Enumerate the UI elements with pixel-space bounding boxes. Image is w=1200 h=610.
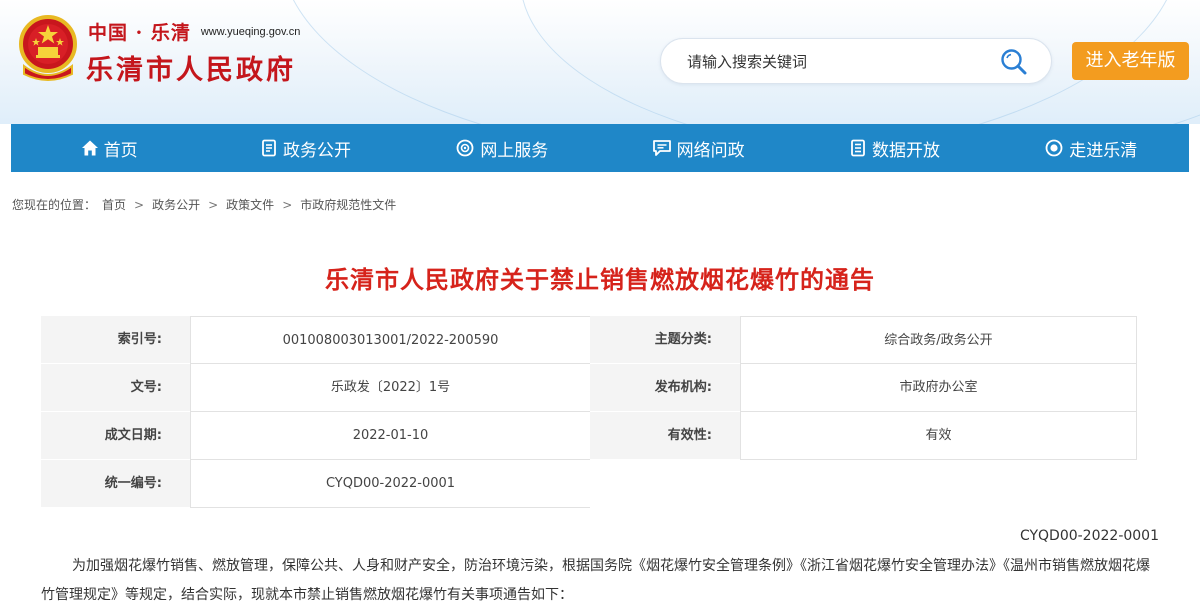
table-row: 索引号: 001008003013001/2022-200590 主题分类: 综…	[41, 316, 1160, 364]
eye-icon	[1045, 139, 1063, 157]
home-icon	[81, 140, 98, 156]
site-logo-top: 中国 · 乐清 www.yueqing.gov.cn	[88, 18, 300, 45]
national-emblem-icon	[19, 15, 77, 81]
docno-value: 乐政发〔2022〕1号	[190, 364, 590, 412]
nav-label: 数据开放	[871, 140, 940, 161]
validity-value: 有效	[740, 412, 1137, 460]
index-label: 索引号:	[41, 316, 190, 364]
breadcrumb-prefix: 您现在的位置：	[12, 198, 97, 212]
date-label: 成文日期:	[41, 412, 190, 460]
search-icon[interactable]	[999, 47, 1029, 77]
site-header: 中国 · 乐清 www.yueqing.gov.cn 乐清市人民政府 进入老年版	[0, 0, 1200, 124]
unified-number-label: 统一编号:	[41, 460, 190, 508]
unified-number-value: CYQD00-2022-0001	[190, 460, 590, 508]
nav-item-open-data[interactable]: 数据开放	[796, 124, 992, 172]
main-nav: 首页 政务公开 网上服务 网络问政 数据开放 走进乐清	[11, 124, 1189, 172]
date-value: 2022-01-10	[190, 412, 590, 460]
validity-label: 有效性:	[590, 412, 740, 460]
table-row: 成文日期: 2022-01-10 有效性: 有效	[41, 412, 1160, 460]
category-label: 主题分类:	[590, 316, 740, 364]
message-icon	[652, 140, 671, 156]
search-box	[660, 38, 1052, 84]
article-title: 乐清市人民政府关于禁止销售燃放烟花爆竹的通告	[325, 266, 875, 294]
logo-china-yueqing: 中国 · 乐清	[88, 22, 191, 44]
category-value: 综合政务/政务公开	[740, 316, 1137, 364]
document-code: CYQD00-2022-0001	[1019, 528, 1159, 544]
breadcrumb-separator: >	[208, 197, 219, 212]
nav-item-gov-affairs[interactable]: 政务公开	[207, 124, 403, 172]
nav-label: 政务公开	[282, 140, 351, 161]
breadcrumb-item-policy-docs[interactable]: 政策文件	[226, 196, 274, 213]
issuer-label: 发布机构:	[590, 364, 740, 412]
nav-item-online-inquiry[interactable]: 网络问政	[600, 124, 796, 172]
breadcrumb-item-home[interactable]: 首页	[102, 196, 126, 213]
search-input[interactable]	[685, 49, 985, 75]
nav-label: 网络问政	[676, 140, 745, 161]
index-value: 001008003013001/2022-200590	[190, 316, 590, 364]
article-paragraph: 为加强烟花爆竹销售、燃放管理，保障公共、人身和财产安全，防治环境污染，根据国务院…	[41, 558, 1150, 603]
table-row: 文号: 乐政发〔2022〕1号 发布机构: 市政府办公室	[41, 364, 1160, 412]
nav-item-online-service[interactable]: 网上服务	[404, 124, 600, 172]
table-row: 统一编号: CYQD00-2022-0001	[41, 460, 1160, 508]
elder-mode-button[interactable]: 进入老年版	[1072, 42, 1189, 80]
nav-item-home[interactable]: 首页	[11, 124, 207, 172]
breadcrumb-separator: >	[282, 197, 293, 212]
logo-url: www.yueqing.gov.cn	[200, 25, 301, 38]
service-icon	[456, 139, 474, 157]
nav-label: 首页	[103, 140, 138, 161]
breadcrumb-item-normative-docs[interactable]: 市政府规范性文件	[300, 196, 396, 213]
nav-item-about-yueqing[interactable]: 走进乐清	[993, 124, 1189, 172]
docno-label: 文号:	[41, 364, 190, 412]
breadcrumb-item-gov-affairs[interactable]: 政务公开	[152, 196, 200, 213]
nav-label: 走进乐清	[1069, 140, 1138, 161]
site-logo-title[interactable]: 乐清市人民政府	[86, 48, 296, 87]
breadcrumb-separator: >	[134, 197, 145, 212]
document-icon	[262, 139, 276, 157]
breadcrumb: 您现在的位置： 首页 > 政务公开 > 政策文件 > 市政府规范性文件	[12, 196, 396, 213]
issuer-value: 市政府办公室	[740, 364, 1137, 412]
data-icon	[851, 139, 865, 157]
document-info-table: 索引号: 001008003013001/2022-200590 主题分类: 综…	[41, 316, 1160, 508]
nav-label: 网上服务	[480, 140, 549, 161]
